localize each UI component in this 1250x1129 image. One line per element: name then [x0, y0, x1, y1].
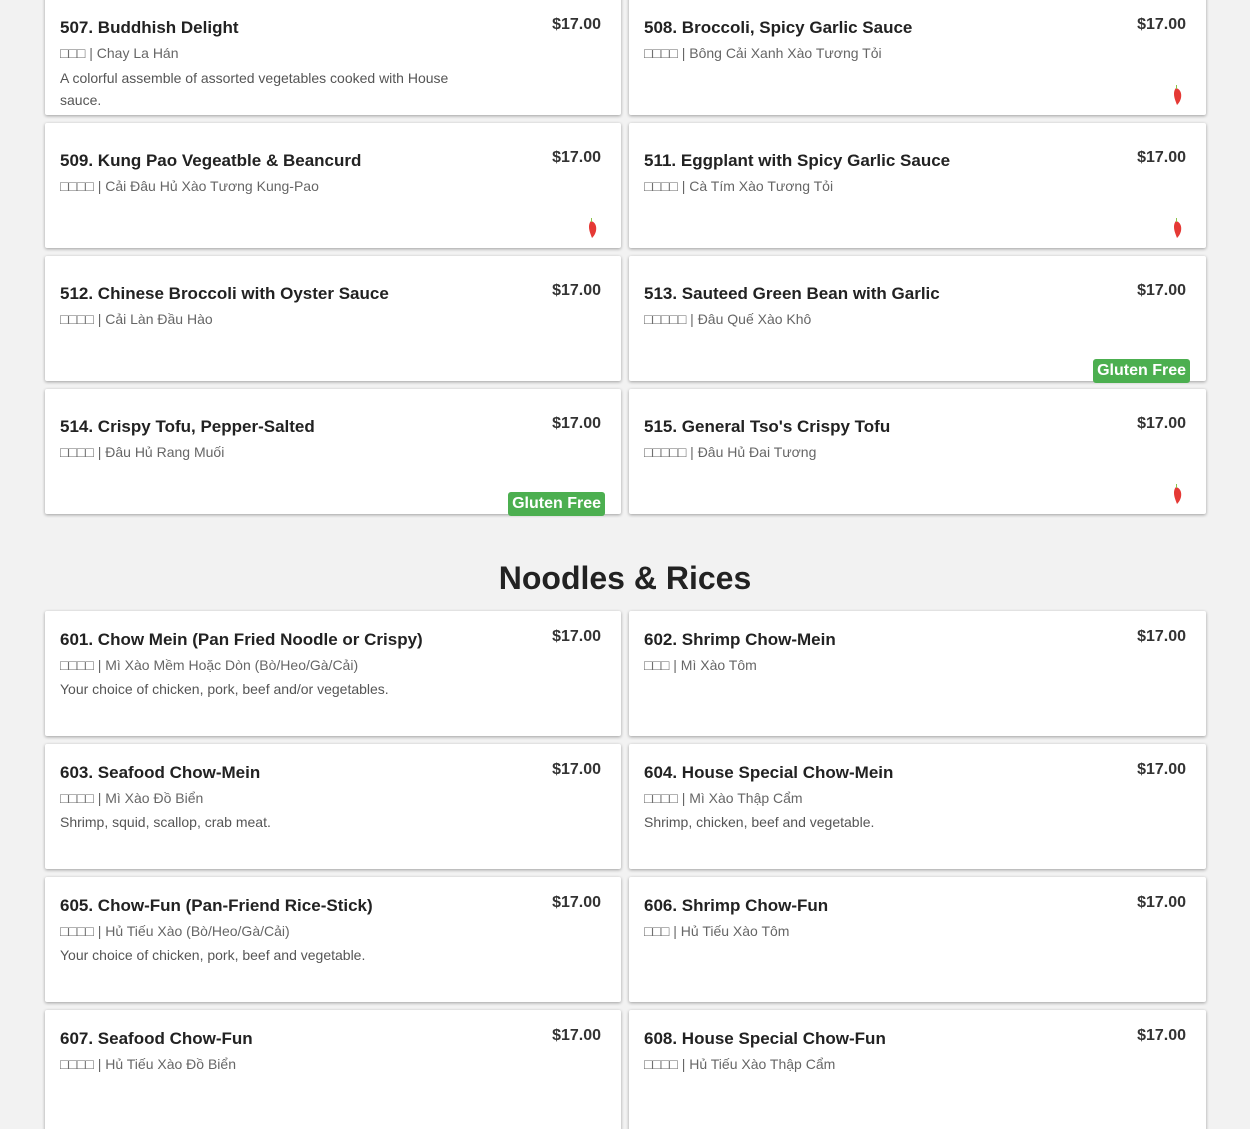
menu-item-card[interactable]: 604. House Special Chow-Mein $17.00 □□□□…: [629, 744, 1206, 869]
chili-pepper-icon: [1174, 218, 1182, 238]
menu-item-translation: □□□□ | Cải Làn Đầu Hào: [60, 311, 213, 327]
gluten-free-badge: Gluten Free: [508, 492, 605, 516]
menu-item-price: $17.00: [552, 282, 601, 299]
chili-pepper-icon: [1174, 484, 1182, 504]
menu-item-translation: □□□□□ | Đâu Hủ Đai Tương: [644, 444, 817, 460]
menu-item-card[interactable]: 507. Buddhish Delight $17.00 □□□ | Chay …: [45, 0, 621, 115]
menu-item-price: $17.00: [552, 894, 601, 911]
menu-item-translation: □□□□ | Hủ Tiếu Xào Đồ Biển: [60, 1056, 236, 1072]
menu-item-translation: □□□□ | Hủ Tiếu Xào (Bò/Heo/Gà/Cải): [60, 923, 290, 939]
menu-item-translation: □□□□ | Mì Xào Mềm Hoặc Dòn (Bò/Heo/Gà/Cả…: [60, 657, 359, 673]
menu-item-card[interactable]: 601. Chow Mein (Pan Fried Noodle or Cris…: [45, 611, 621, 736]
menu-item-card[interactable]: 608. House Special Chow-Fun $17.00 □□□□ …: [629, 1010, 1206, 1129]
menu-item-name: 511. Eggplant with Spicy Garlic Sauce: [644, 151, 951, 170]
menu-item-translation: □□□□ | Mì Xào Đồ Biển: [60, 790, 204, 806]
menu-item-price: $17.00: [552, 628, 601, 645]
menu-item-name: 606. Shrimp Chow-Fun: [644, 896, 829, 915]
section-title-noodles-rices: Noodles & Rices: [498, 560, 752, 596]
menu-item-description: Your choice of chicken, pork, beef and/o…: [60, 681, 389, 697]
chili-pepper-icon: [589, 218, 597, 238]
menu-item-card[interactable]: 607. Seafood Chow-Fun $17.00 □□□□ | Hủ T…: [45, 1010, 621, 1129]
menu-item-name: 514. Crispy Tofu, Pepper-Salted: [60, 417, 315, 436]
menu-item-card[interactable]: 511. Eggplant with Spicy Garlic Sauce $1…: [629, 123, 1206, 248]
menu-item-card[interactable]: 512. Chinese Broccoli with Oyster Sauce …: [45, 256, 621, 381]
menu-item-name: 508. Broccoli, Spicy Garlic Sauce: [644, 18, 913, 37]
menu-item-name: 607. Seafood Chow-Fun: [60, 1029, 253, 1048]
menu-item-name: 507. Buddhish Delight: [60, 18, 239, 37]
menu-item-translation: □□□□ | Cà Tím Xào Tương Tỏi: [644, 178, 834, 194]
menu-item-card[interactable]: 605. Chow-Fun (Pan-Friend Rice-Stick) $1…: [45, 877, 621, 1002]
menu-item-name: 603. Seafood Chow-Mein: [60, 763, 261, 782]
menu-grid-noodles-rices: 601. Chow Mein (Pan Fried Noodle or Cris…: [45, 611, 1206, 1129]
menu-item-card[interactable]: 606. Shrimp Chow-Fun $17.00 □□□ | Hủ Tiế…: [629, 877, 1206, 1002]
menu-item-price: $17.00: [552, 761, 601, 778]
menu-item-description: Shrimp, chicken, beef and vegetable.: [644, 814, 875, 830]
menu-item-translation: □□□ | Mì Xào Tôm: [644, 657, 757, 673]
menu-item-translation: □□□□ | Cải Đâu Hủ Xào Tương Kung-Pao: [60, 178, 319, 194]
menu-item-name: 513. Sauteed Green Bean with Garlic: [644, 284, 940, 303]
menu-item-card[interactable]: 515. General Tso's Crispy Tofu $17.00 □□…: [629, 389, 1206, 514]
menu-item-price: $17.00: [1137, 415, 1186, 432]
menu-item-name: 602. Shrimp Chow-Mein: [644, 630, 836, 649]
menu-item-price: $17.00: [552, 149, 601, 166]
menu-item-name: 512. Chinese Broccoli with Oyster Sauce: [60, 284, 389, 303]
chili-pepper-icon: [1174, 85, 1182, 105]
menu-item-name: 604. House Special Chow-Mein: [644, 763, 894, 782]
menu-item-description: Shrimp, squid, scallop, crab meat.: [60, 814, 271, 830]
menu-item-card[interactable]: 513. Sauteed Green Bean with Garlic $17.…: [629, 256, 1206, 383]
menu-item-price: $17.00: [1137, 761, 1186, 778]
menu-grid-vegetables: 507. Buddhish Delight $17.00 □□□ | Chay …: [45, 0, 1206, 516]
menu-item-name: 605. Chow-Fun (Pan-Friend Rice-Stick): [60, 896, 373, 915]
menu-item-translation: □□□□□ | Đâu Quế Xào Khô: [644, 311, 812, 327]
menu-item-translation: □□□□ | Hủ Tiếu Xào Thập Cẩm: [644, 1056, 836, 1072]
menu-item-translation: □□□□ | Mì Xào Thập Cẩm: [644, 790, 803, 806]
menu-item-card[interactable]: 509. Kung Pao Vegeatble & Beancurd $17.0…: [45, 123, 621, 248]
menu-item-translation: □□□□ | Bông Cải Xanh Xào Tương Tỏi: [644, 45, 882, 61]
menu-item-price: $17.00: [552, 415, 601, 432]
menu-item-name: 515. General Tso's Crispy Tofu: [644, 417, 891, 436]
menu-item-price: $17.00: [552, 16, 601, 33]
menu-item-name: 601. Chow Mein (Pan Fried Noodle or Cris…: [60, 630, 423, 649]
menu-item-price: $17.00: [1137, 16, 1186, 33]
menu-item-price: $17.00: [1137, 282, 1186, 299]
menu-item-price: $17.00: [1137, 149, 1186, 166]
menu-item-card[interactable]: 603. Seafood Chow-Mein $17.00 □□□□ | Mì …: [45, 744, 621, 869]
menu-item-name: 608. House Special Chow-Fun: [644, 1029, 886, 1048]
menu-page: 507. Buddhish Delight $17.00 □□□ | Chay …: [0, 0, 1250, 1129]
menu-item-translation: □□□ | Hủ Tiếu Xào Tôm: [644, 923, 790, 939]
menu-item-description: Your choice of chicken, pork, beef and v…: [60, 947, 366, 963]
menu-item-price: $17.00: [1137, 628, 1186, 645]
menu-item-translation: □□□ | Chay La Hán: [60, 45, 179, 61]
menu-item-card[interactable]: 602. Shrimp Chow-Mein $17.00 □□□ | Mì Xà…: [629, 611, 1206, 736]
menu-item-description: A colorful assemble of assorted vegetabl…: [60, 70, 449, 108]
menu-item-card[interactable]: 514. Crispy Tofu, Pepper-Salted $17.00 □…: [45, 389, 621, 516]
menu-item-price: $17.00: [1137, 1027, 1186, 1044]
menu-item-price: $17.00: [1137, 894, 1186, 911]
gluten-free-badge: Gluten Free: [1093, 359, 1190, 383]
menu-item-name: 509. Kung Pao Vegeatble & Beancurd: [60, 151, 362, 170]
menu-item-price: $17.00: [552, 1027, 601, 1044]
menu-item-translation: □□□□ | Đâu Hủ Rang Muối: [60, 444, 225, 460]
menu-item-card[interactable]: 508. Broccoli, Spicy Garlic Sauce $17.00…: [629, 0, 1206, 115]
